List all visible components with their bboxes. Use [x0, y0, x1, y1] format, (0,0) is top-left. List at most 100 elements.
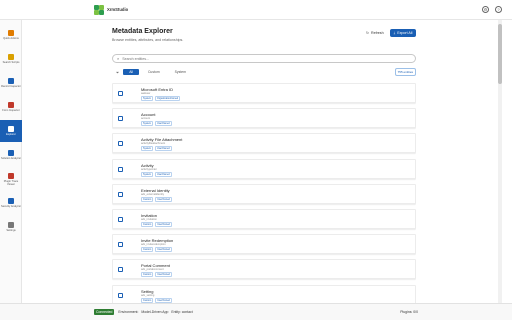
- sidebar-item-label: Form Inspector: [2, 109, 20, 112]
- entity-tag: UserOwned: [154, 171, 172, 177]
- entity-logical-name: adx_portalcomment: [141, 268, 164, 272]
- sidebar-item-settings[interactable]: Settings: [0, 216, 22, 238]
- entity-tag: OrganizationOwned: [154, 96, 181, 101]
- sidebar-item-record-inspector[interactable]: Record Inspector: [0, 72, 22, 94]
- sidebar-item-label: Quick Actions: [3, 37, 19, 40]
- filter-chip-custom[interactable]: Custom: [142, 69, 166, 75]
- scrollbar-thumb[interactable]: [498, 24, 502, 84]
- table-icon: [118, 217, 123, 222]
- gear-icon[interactable]: ⚙: [482, 6, 489, 13]
- entity-card[interactable]: Invite Redemption adx_inviteredemption Cus…: [112, 234, 416, 255]
- entity-card[interactable]: External Identity adx_externalidentity Cus…: [112, 183, 416, 204]
- table-icon: [118, 292, 123, 298]
- app-type-label: Model-Driven App: [141, 310, 169, 314]
- form-icon: [8, 102, 14, 108]
- entity-tag: System: [141, 171, 153, 177]
- search-box[interactable]: ⌕: [112, 54, 416, 63]
- app-logo-icon: [94, 4, 104, 15]
- help-icon[interactable]: ?: [495, 6, 502, 13]
- filter-chip-all[interactable]: All: [123, 69, 139, 75]
- shield-icon: [8, 198, 14, 204]
- filter-icon[interactable]: ⏷: [116, 70, 119, 75]
- sidebar-item-form-inspector[interactable]: Form Inspector: [0, 96, 22, 118]
- entity-card[interactable]: Microsoft Entra ID aaduser System Organizat…: [112, 83, 416, 103]
- entity-tag: Custom: [141, 222, 154, 227]
- entity-logical-name: activityfileattachment: [141, 142, 166, 146]
- connection-status-badge: Connected: [94, 309, 115, 315]
- entity-card[interactable]: Portal Comment adx_portalcomment Custom Use…: [112, 259, 416, 280]
- sidebar-item-security-analyzer[interactable]: Security Analyzer: [0, 192, 22, 214]
- table-icon: [118, 242, 123, 248]
- sidebar-item-label: Plugin Trace Viewer: [3, 179, 19, 186]
- entity-card[interactable]: Account account System UserOwned: [112, 108, 416, 129]
- refresh-icon: ↻: [366, 31, 370, 35]
- sidebar-item-search-scripts[interactable]: Search Scripts: [0, 48, 22, 70]
- top-bar: XrmStudio ⚙ ?: [0, 0, 512, 20]
- entity-logical-name: account: [141, 117, 151, 121]
- sidebar-item-label: Record Inspector: [1, 85, 21, 88]
- sidebar-item-label: Solution Analyzer: [0, 157, 22, 160]
- sidebar-item-solution-analyzer[interactable]: Solution Analyzer: [0, 144, 22, 166]
- table-icon: [118, 116, 123, 122]
- sidebar-item-quick-actions[interactable]: Quick Actions: [0, 24, 22, 46]
- download-icon: ⤓: [393, 31, 396, 35]
- scrollbar[interactable]: [498, 20, 502, 303]
- search-icon: [8, 78, 14, 84]
- solution-icon: [8, 150, 14, 156]
- entity-tag: UserOwned: [155, 247, 172, 253]
- entity-tag: UserOwned: [155, 196, 172, 202]
- entity-card[interactable]: Setting adx_setting Custom UserOwned: [112, 284, 416, 303]
- main-content: Metadata Explorer Browse entities, attri…: [112, 20, 418, 303]
- page-title: Metadata Explorer: [112, 28, 173, 35]
- entity-logical-name: adx_invitation: [141, 218, 157, 221]
- sidebar-item-plugin-trace-viewer[interactable]: Plugin Trace Viewer: [0, 168, 22, 190]
- sidebar: Quick Actions Search Scripts Record Inspec…: [0, 20, 22, 303]
- entity-tag: UserOwned: [155, 222, 172, 227]
- table-icon: [118, 141, 123, 147]
- entity-tag: UserOwned: [154, 146, 172, 152]
- entity-tag: Custom: [141, 297, 154, 303]
- entity-label: Entity: contact: [171, 310, 193, 314]
- sidebar-item-label: Search Scripts: [2, 61, 20, 64]
- filter-bar: ⏷ All Custom System 755 entities: [112, 68, 416, 76]
- entity-tag: Custom: [141, 247, 154, 253]
- sidebar-item-label: Security Analyzer: [0, 205, 22, 208]
- entity-logical-name: adx_setting: [141, 293, 155, 297]
- entity-tag: System: [141, 146, 153, 152]
- table-icon: [118, 91, 123, 96]
- table-icon: [118, 166, 123, 172]
- plugins-count: Plugins: 0/0: [400, 310, 418, 314]
- export-all-button[interactable]: ⤓ Export All: [390, 29, 416, 37]
- entity-list: Microsoft Entra ID aaduser System Organizat…: [112, 83, 416, 303]
- entity-tag: Custom: [141, 272, 154, 278]
- sidebar-item-label: Settings: [6, 229, 16, 232]
- entity-logical-name: adx_externalidentity: [141, 192, 165, 196]
- refresh-button[interactable]: ↻ Refresh: [362, 29, 388, 37]
- entity-tag: Custom: [141, 196, 154, 202]
- search-input[interactable]: [122, 56, 323, 61]
- plugin-icon: [8, 172, 14, 179]
- entity-tag: UserOwned: [155, 272, 172, 278]
- entity-logical-name: aaduser: [141, 92, 151, 95]
- table-icon: [118, 267, 123, 273]
- table-icon: [118, 191, 123, 197]
- entity-card[interactable]: Activity File Attachment activityfileatta…: [112, 133, 416, 154]
- sidebar-item-label: Explorer: [6, 133, 16, 136]
- gear-icon: [8, 222, 14, 228]
- entity-tag: UserOwned: [155, 297, 172, 303]
- entity-logical-name: activitypointer: [141, 167, 157, 171]
- entity-card[interactable]: Activity activitypointer System UserOwned: [112, 158, 416, 179]
- entity-tag: System: [141, 96, 153, 101]
- code-icon: [8, 54, 14, 60]
- sidebar-item-explorer[interactable]: Explorer: [0, 120, 22, 142]
- entity-logical-name: adx_inviteredemption: [141, 243, 166, 247]
- entity-card[interactable]: Invitation adx_invitation Custom UserOwned: [112, 209, 416, 229]
- app-name: XrmStudio: [107, 7, 129, 12]
- table-icon: [8, 126, 14, 132]
- entity-tag: UserOwned: [154, 121, 172, 127]
- entity-tag: System: [141, 121, 153, 127]
- search-icon: ⌕: [117, 56, 120, 61]
- filter-chip-system[interactable]: System: [169, 69, 192, 75]
- environment-label: Environment:: [118, 310, 139, 314]
- page-subtitle: Browse entities, attributes, and relatio…: [112, 38, 184, 42]
